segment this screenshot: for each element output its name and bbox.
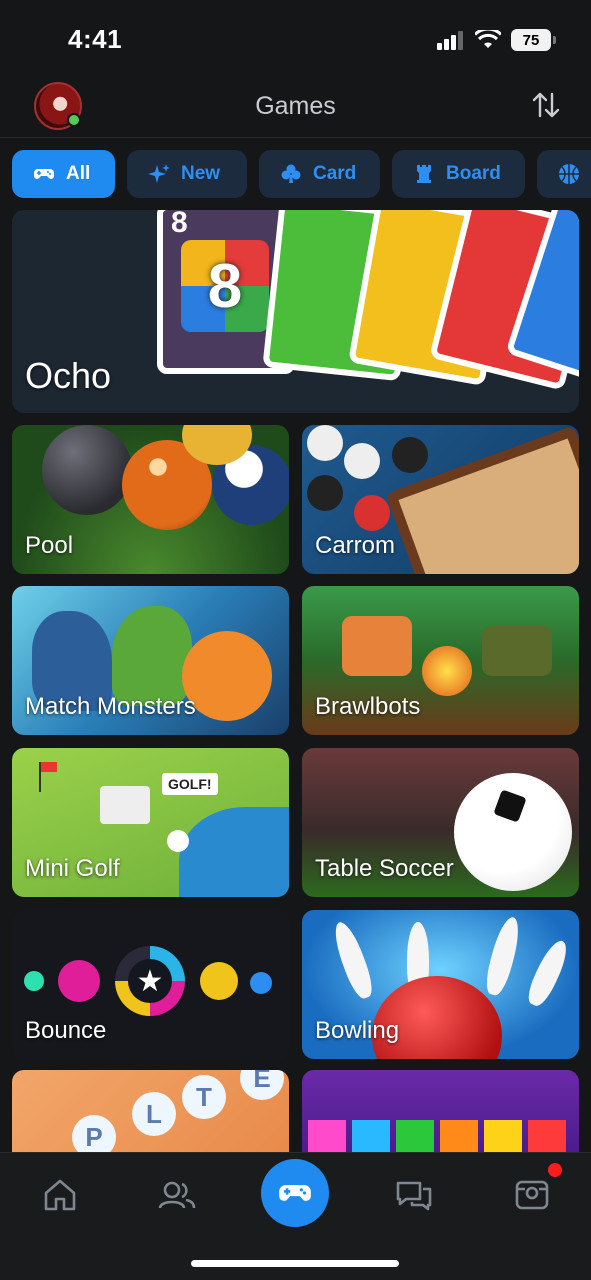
chip-sports[interactable] [537, 150, 591, 198]
bowling-pin [328, 918, 378, 1002]
chip-new[interactable]: New [127, 150, 247, 198]
games-tab-button[interactable] [261, 1159, 329, 1227]
dot-yellow [200, 962, 238, 1000]
home-indicator [191, 1260, 399, 1267]
flag [41, 762, 57, 772]
wifi-icon [475, 30, 501, 48]
chip-label: Board [446, 163, 501, 184]
carrom-coin [307, 475, 343, 511]
battery-indicator: 75 [511, 29, 556, 51]
star-icon: ★ [128, 959, 172, 1003]
game-title: Pool [25, 532, 74, 559]
chip-label: Card [313, 163, 357, 184]
carrom-coin [354, 495, 390, 531]
friends-icon[interactable] [155, 1173, 199, 1217]
letter-tile: E [240, 1070, 284, 1100]
explosion [422, 646, 472, 696]
game-card-match-monsters[interactable]: Match Monsters [12, 586, 289, 735]
chip-all[interactable]: All [12, 150, 115, 198]
basketball-icon [559, 164, 579, 184]
games-icon [279, 1185, 311, 1201]
notification-badge [548, 1163, 562, 1177]
letter-tile: T [182, 1075, 226, 1119]
golf-ball [167, 830, 189, 852]
game-title: Carrom [315, 532, 396, 559]
game-title: Bounce [25, 1017, 107, 1044]
category-filter-bar: All New Card Board [12, 150, 591, 200]
game-card-ocho[interactable]: 8 8 Ocho [12, 210, 579, 413]
club-icon [281, 164, 301, 183]
card-corner-number: 8 [171, 210, 188, 239]
card-center-number: 8 [207, 251, 243, 321]
pool-ball [42, 425, 132, 515]
dot-pink [58, 960, 100, 1002]
carrom-coin [344, 443, 380, 479]
game-card-brawlbots[interactable]: Brawlbots [302, 586, 579, 735]
game-title: Bowling [315, 1017, 400, 1044]
sort-icon[interactable] [531, 90, 561, 120]
game-title: Ocho [25, 355, 112, 396]
game-title: Match Monsters [25, 693, 196, 720]
carrom-coin [307, 425, 343, 461]
rook-icon [417, 165, 431, 183]
chip-label: New [181, 163, 221, 184]
cow [100, 786, 150, 824]
gamepad-icon [34, 169, 54, 179]
robot [342, 616, 412, 676]
bowling-pin [523, 936, 573, 1010]
dot-blue [250, 972, 272, 994]
app-header: Games [0, 80, 591, 138]
chip-card[interactable]: Card [259, 150, 380, 198]
bowling-pin [482, 914, 524, 998]
game-title: Table Soccer [315, 855, 454, 882]
status-icons: 75 [437, 27, 556, 53]
sparkle-icon [148, 164, 170, 183]
game-card-pool[interactable]: Pool [12, 425, 289, 574]
inbox-icon[interactable] [510, 1173, 554, 1217]
status-time: 4:41 [68, 24, 123, 54]
home-icon[interactable] [38, 1173, 82, 1217]
game-card-color-blocks[interactable] [302, 1070, 579, 1160]
game-card-word[interactable]: P L T E [12, 1070, 289, 1160]
tank [482, 626, 552, 676]
game-title: Brawlbots [315, 693, 421, 720]
dot-teal [24, 971, 44, 991]
signal-icon [437, 31, 463, 50]
page-title: Games [255, 92, 336, 120]
bounce-ball: ★ [115, 946, 185, 1016]
chip-label: All [66, 163, 91, 184]
soccer-ball [454, 773, 572, 891]
golf-sign: GOLF! [162, 773, 218, 795]
status-bar: 4:41 75 [0, 0, 591, 80]
game-card-carrom[interactable]: Carrom [302, 425, 579, 574]
card-center: 8 [181, 240, 269, 332]
game-card-mini-golf[interactable]: GOLF! Mini Golf [12, 748, 289, 897]
chat-icon[interactable] [392, 1173, 436, 1217]
chip-board[interactable]: Board [392, 150, 525, 198]
water [179, 807, 289, 897]
game-title: Mini Golf [25, 855, 120, 882]
game-card-bowling[interactable]: Bowling [302, 910, 579, 1059]
game-card-bounce[interactable]: ★ Bounce [12, 910, 289, 1059]
monster-green [112, 606, 192, 706]
carrom-coin [392, 437, 428, 473]
game-card-table-soccer[interactable]: Table Soccer [302, 748, 579, 897]
letter-tile: L [132, 1092, 176, 1136]
